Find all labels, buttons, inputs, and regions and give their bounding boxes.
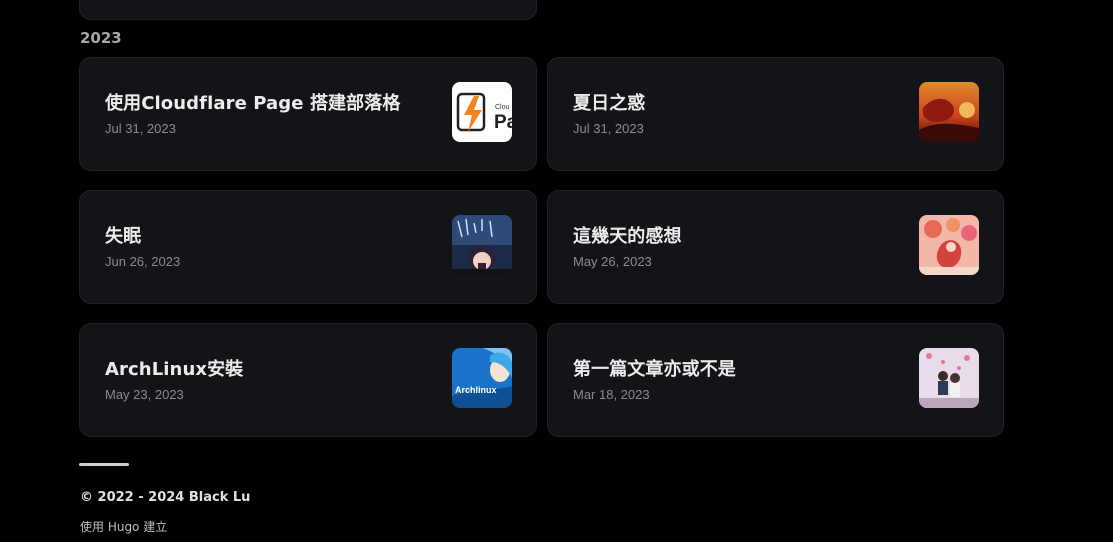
post-date: Mar 18, 2023 [573,387,650,402]
post-card[interactable]: 這幾天的感想 May 26, 2023 [547,190,1004,304]
anime-night-illustration-icon [452,215,512,275]
post-thumbnail[interactable]: Archlinux [452,348,512,408]
post-thumbnail[interactable] [919,82,979,142]
post-date: Jul 31, 2023 [573,121,644,136]
svg-text:Archlinux: Archlinux [455,385,497,395]
post-thumbnail[interactable] [919,348,979,408]
post-card[interactable]: ArchLinux安裝 May 23, 2023 Archlinux [79,323,537,437]
post-card[interactable]: 使用Cloudflare Page 搭建部落格 Jul 31, 2023 Clo… [79,57,537,171]
footer-copyright: © 2022 - 2024 Black Lu [80,490,251,505]
footer-divider [79,463,129,466]
post-title[interactable]: 使用Cloudflare Page 搭建部落格 [105,89,400,115]
post-title[interactable]: ArchLinux安裝 [105,355,243,381]
post-thumbnail[interactable] [919,215,979,275]
svg-text:Pa: Pa [494,112,512,133]
post-date: May 23, 2023 [105,387,184,402]
post-title[interactable]: 這幾天的感想 [573,222,682,248]
footer-built-with: 使用 Hugo 建立 [80,520,168,534]
post-card[interactable]: 失眠 Jun 26, 2023 [79,190,537,304]
post-date: Jul 31, 2023 [105,121,176,136]
post-title[interactable]: 失眠 [105,222,141,248]
post-grid: 使用Cloudflare Page 搭建部落格 Jul 31, 2023 Clo… [79,57,1004,437]
post-date: Jun 26, 2023 [105,254,181,269]
post-card[interactable]: 夏日之惑 Jul 31, 2023 [547,57,1004,171]
previous-post-card[interactable] [79,0,537,20]
anime-couple-illustration-icon [919,348,979,408]
svg-text:Clou: Clou [495,104,510,111]
post-card[interactable]: 第一篇文章亦或不是 Mar 18, 2023 [547,323,1004,437]
post-title[interactable]: 夏日之惑 [573,89,645,115]
year-heading: 2023 [80,29,122,47]
post-thumbnail[interactable]: Clou Pa [452,82,512,142]
sunset-illustration-icon [919,82,979,142]
post-title[interactable]: 第一篇文章亦或不是 [573,355,736,381]
post-date: May 26, 2023 [573,254,652,269]
cloudflare-pages-logo-icon: Clou Pa [452,82,512,142]
archlinux-mascot-icon: Archlinux [452,348,512,408]
festival-illustration-icon [919,215,979,275]
post-thumbnail[interactable] [452,215,512,275]
